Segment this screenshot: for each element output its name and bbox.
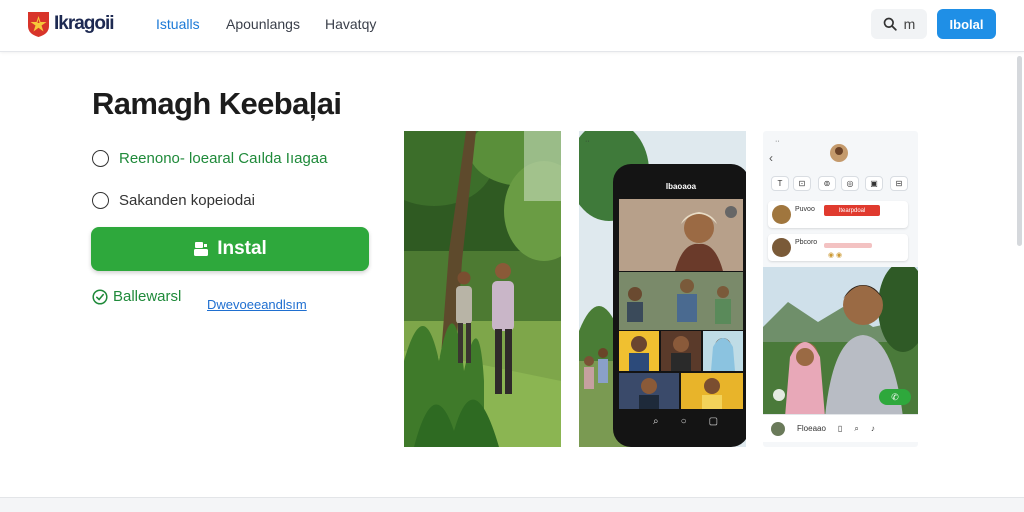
feature-item: Reenono- loearal Caılda Iıagaa [92,150,327,167]
toolbar-chip-icon[interactable]: ⊚ [818,176,836,191]
toolbar-chip-icon[interactable]: ⊡ [793,176,811,191]
screenshot-chat-app[interactable]: ·· ‹ T ⊡ ⊚ ◎ ▣ ⊟ Puvoo Itearpdoal Pbcoro… [763,131,918,447]
page-scrollbar[interactable] [1017,56,1022,246]
chat-name: Pbcoro [795,239,818,246]
install-label: Instal [217,238,267,259]
search-icon [883,17,897,31]
video-call-grid [619,199,743,409]
install-button[interactable]: Instal [91,227,369,271]
logo-text: Ikragoii [54,13,115,34]
screenshot-garden-photo[interactable] [404,131,561,447]
call-button[interactable]: ✆ [879,389,911,405]
logo[interactable]: Ikragoii [26,10,115,38]
avatar [772,238,791,257]
details-link[interactable]: Dwevoeeandlsım [207,297,307,312]
download-box-icon [194,242,209,256]
attach-icon[interactable]: ▯ [838,424,842,433]
bottom-label: Floeaao [797,424,826,433]
screenshot-phone-video-call[interactable]: ·· Ibaoaoa ⌕ ○ ▢ [579,131,746,447]
message-preview-bar [824,243,872,248]
red-badge: Itearpdoal [824,205,880,216]
toolbar-chip-icon[interactable]: T [771,176,789,191]
phone-frame: Ibaoaoa ⌕ ○ ▢ [613,164,746,447]
bullet-circle-icon [92,150,109,167]
verified-badge: Ballewarsl [92,288,181,305]
search-button[interactable]: m [871,9,927,39]
search-label: m [903,16,916,32]
square-icon[interactable]: ▢ [709,416,718,427]
mic-icon[interactable] [773,389,785,401]
sign-in-button[interactable]: Ibolal [937,9,996,39]
chat-row[interactable]: Puvoo Itearpdoal [768,201,908,228]
phone-nav-bar: ⌕ ○ ▢ [653,416,718,427]
mic-icon[interactable]: ♪ [871,424,875,433]
nav-link-1[interactable]: Istualls [156,16,200,32]
toolbar-chip-icon[interactable]: ⊟ [890,176,908,191]
avatar [772,205,791,224]
avatar [830,144,848,162]
bullet-circle-icon [92,192,109,209]
shield-logo-icon [28,12,49,37]
chat-name: Puvoo [795,206,815,213]
circle-icon[interactable]: ○ [681,416,687,427]
verified-label: Ballewarsl [113,288,182,305]
emoji-icon: ◉ ◉ [828,252,843,259]
top-navigation-bar: Ikragoii Istualls Apounlangs Havatqy m I… [0,0,1024,52]
feature-text: Reenono- loearal Caılda Iıagaa [119,150,328,167]
nav-link-3[interactable]: Havatqy [325,16,376,32]
chat-row[interactable]: Pbcoro ◉ ◉ [768,234,908,261]
garden-photo-image [404,131,561,447]
search-icon[interactable]: ⌕ [854,424,858,434]
toolbar-chip-icon[interactable]: ◎ [841,176,859,191]
back-chevron-icon[interactable]: ‹ [769,151,773,165]
chat-bottom-bar: Floeaao ▯ ⌕ ♪ [763,414,918,442]
page-footer [0,497,1024,512]
toolbar-chip-icon[interactable]: ▣ [865,176,883,191]
app-title: Ramagh Keebaļai [92,86,342,121]
status-bar-time: ·· [775,138,780,145]
feature-text: Sakanden kopeiodai [119,192,255,209]
avatar [771,421,785,436]
status-bar-time: ·· [585,138,590,145]
feature-item: Sakanden kopeiodai [92,192,255,209]
check-circle-icon [92,288,108,305]
nav-link-2[interactable]: Apounlangs [226,16,300,32]
search-icon[interactable]: ⌕ [653,416,659,427]
